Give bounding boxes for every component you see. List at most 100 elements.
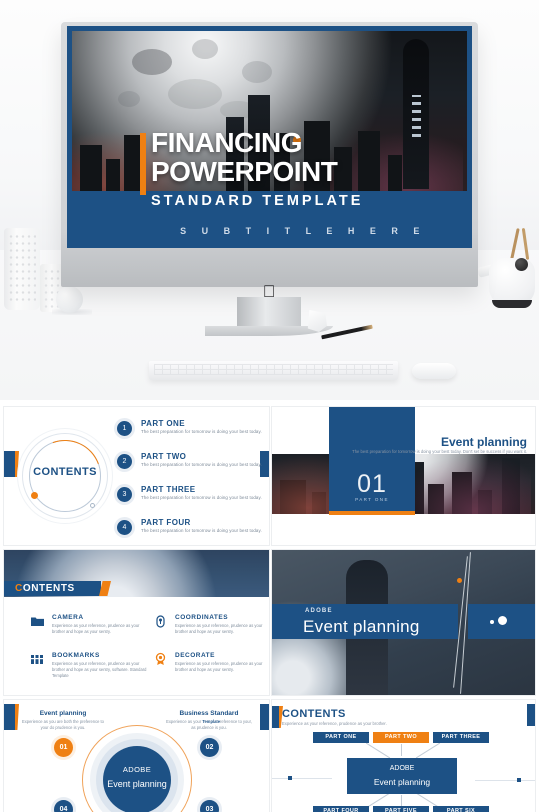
decor-keyboard — [149, 361, 398, 380]
list-item-title: PART THREE — [141, 485, 196, 494]
org-guide-square-right — [517, 778, 521, 782]
donut-core-line2: Event planning — [107, 779, 167, 789]
donut-node-03[interactable]: 03 — [200, 800, 219, 812]
slide-contents-list[interactable]: CONTENTS 1 PART ONE The best preparation… — [4, 407, 269, 545]
org-guide-left — [272, 778, 332, 779]
donut-node-02[interactable]: 02 — [200, 738, 219, 757]
lock-icon — [153, 614, 168, 629]
list-item-number: 1 — [117, 421, 132, 436]
list-item[interactable]: 3 PART THREE The best preparation for to… — [117, 484, 262, 515]
slide-title-heading: FINANCING POWERPOINT — [151, 128, 461, 186]
ring-dot-orange — [31, 492, 38, 499]
donut-caption-right: Business Standard Experience as your Tem… — [164, 710, 254, 730]
title-line-2: POWERPOINT — [151, 156, 338, 187]
org-box-part-two[interactable]: PART TWO — [373, 732, 429, 743]
list-item-desc: The best preparation for tomorrow is doi… — [141, 528, 262, 533]
org-title-rest: ONTENTS — [290, 708, 346, 720]
bookmark-icon — [30, 652, 45, 667]
list-item[interactable]: 4 PART FOUR The best preparation for tom… — [117, 517, 262, 545]
list-item-desc: The best preparation for tomorrow is doi… — [141, 462, 262, 467]
donut-caption-desc: Experience as you are both the preferenc… — [22, 719, 104, 730]
banner-kicker: ADOBE — [305, 608, 333, 614]
section-number-band-accent — [329, 511, 415, 515]
right-tab-accent — [260, 704, 269, 730]
list-item-title: PART ONE — [141, 419, 185, 428]
slide-donut-diagram[interactable]: ADOBE Event planning 01 02 03 04 Event p… — [4, 700, 269, 812]
slide-title[interactable]: FINANCING POWERPOINT STANDARD TEMPLATE S… — [67, 26, 472, 248]
org-box-part-four[interactable]: PART FOUR — [313, 806, 369, 812]
header-title-rest: ONTENTS — [22, 583, 75, 594]
donut-caption-desc: Experience as your Templatereference to … — [166, 719, 252, 730]
donut-core-line1: ADOBE — [122, 765, 152, 774]
contents-circle-label: CONTENTS — [33, 466, 97, 478]
list-item-number: 2 — [117, 454, 132, 469]
banner-dot-large — [498, 616, 507, 625]
donut-caption-title: Business Standard — [179, 710, 239, 717]
org-chart-title: CONTENTS — [282, 708, 387, 720]
banner-title: Event planning — [303, 617, 420, 636]
hero-desk-photo:  — [0, 0, 539, 400]
section-desc: The best preparation for tomorrow is doi… — [352, 449, 527, 454]
feature-desc: Experience as your reference, prudence a… — [52, 661, 147, 678]
donut-caption-title: Event planning — [39, 710, 87, 717]
org-box-part-one[interactable]: PART ONE — [313, 732, 369, 743]
slide-org-chart[interactable]: CONTENTS Experience as your reference, p… — [272, 700, 535, 812]
list-item[interactable]: 2 PART TWO The best preparation for tomo… — [117, 451, 262, 482]
slide-thumbnail-grid: CONTENTS 1 PART ONE The best preparation… — [0, 400, 539, 812]
list-item[interactable]: 1 PART ONE The best preparation for tomo… — [117, 418, 262, 449]
list-item-number: 4 — [117, 520, 132, 535]
ring-dot-white — [90, 503, 95, 508]
teapot-base — [492, 300, 532, 308]
folder-icon — [30, 614, 45, 629]
title-line-1: FINANCING — [151, 127, 303, 158]
decor-ball — [56, 286, 83, 313]
slide-contents-icons[interactable]: CONTENTS CAMERA Experience as your refer… — [4, 550, 269, 695]
feature-desc: Experience as your reference, prudence a… — [52, 623, 140, 634]
org-center-line1: ADOBE — [389, 765, 415, 772]
org-chart-header: CONTENTS Experience as your reference, p… — [282, 708, 387, 726]
org-chart-subtitle: Experience as your reference, prudence a… — [282, 721, 387, 726]
part-list: 1 PART ONE The best preparation for tomo… — [117, 418, 262, 545]
slide-title-tagline: S U B T I T L E H E R E — [180, 226, 426, 236]
donut-core: ADOBE Event planning — [103, 746, 171, 812]
list-item-desc: The best preparation for tomorrow is doi… — [141, 429, 262, 434]
slide-section-break[interactable]: 01 PART ONE Event planning The best prep… — [272, 407, 535, 545]
org-center-node[interactable]: ADOBE Event planning — [347, 758, 457, 794]
left-tab-accent — [4, 704, 15, 730]
section-number: 01 — [357, 470, 387, 498]
list-item-desc: The best preparation for tomorrow is doi… — [141, 495, 262, 500]
banner-accent-dot — [457, 578, 462, 583]
template-preview-page:  — [0, 0, 539, 812]
org-box-part-three[interactable]: PART THREE — [433, 732, 489, 743]
feature-title: DECORATE — [175, 652, 215, 659]
donut-caption-left: Event planning Experience as you are bot… — [18, 710, 108, 730]
section-title: Event planning — [440, 435, 527, 449]
org-guide-square-left — [288, 776, 292, 780]
org-box-part-five[interactable]: PART FIVE — [373, 806, 429, 812]
donut-node-01[interactable]: 01 — [54, 738, 73, 757]
teapot-knob — [515, 258, 528, 271]
decor-mouse — [412, 363, 456, 379]
feature-title: COORDINATES — [175, 614, 229, 621]
list-item-number: 3 — [117, 487, 132, 502]
feature-desc: Experience as your reference, prudence a… — [175, 661, 263, 672]
left-tab-accent — [4, 451, 15, 477]
banner-dot-small — [490, 620, 494, 624]
monitor-screen: FINANCING POWERPOINT STANDARD TEMPLATE S… — [67, 26, 472, 248]
feature-title: CAMERA — [52, 614, 84, 621]
section-number-label: PART ONE — [355, 497, 389, 502]
org-guide-right — [475, 780, 535, 781]
slide-title-subtitle: STANDARD TEMPLATE — [151, 193, 364, 209]
donut-node-04[interactable]: 04 — [54, 800, 73, 812]
slide-photo-banner[interactable]: ADOBE Event planning — [272, 550, 535, 695]
org-box-part-six[interactable]: PART SIX — [433, 806, 489, 812]
decor-teapot — [489, 258, 535, 306]
monitor-stand-neck — [237, 297, 301, 329]
list-item-title: PART TWO — [141, 452, 187, 461]
right-tab-accent — [527, 704, 535, 726]
header-title: CONTENTS — [15, 583, 75, 594]
decor-vase-left — [4, 228, 40, 310]
feature-title: BOOKMARKS — [52, 652, 100, 659]
org-center-line2: Event planning — [373, 777, 431, 787]
header-title-initial: C — [15, 583, 23, 594]
